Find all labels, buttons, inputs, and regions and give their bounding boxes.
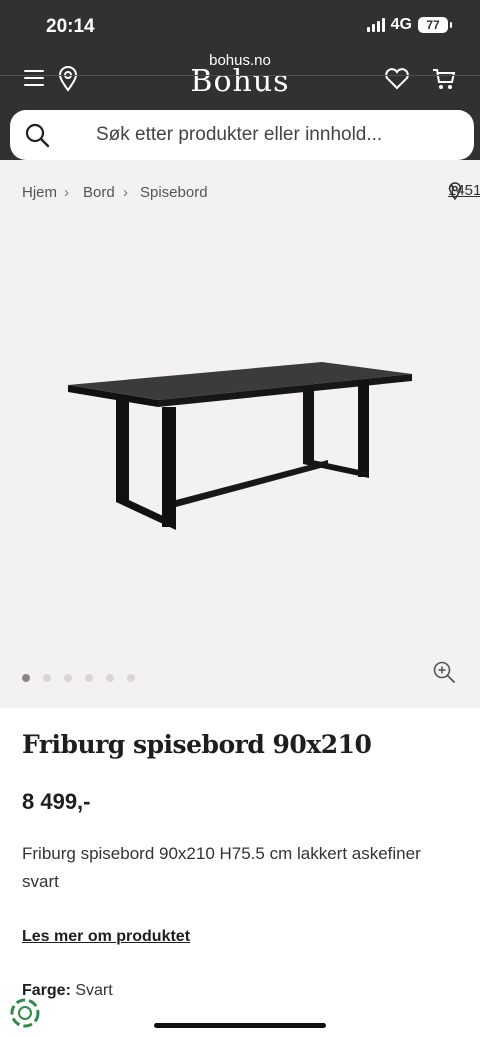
gallery-pagination[interactable] (22, 674, 135, 682)
battery-icon: 77 (418, 17, 452, 33)
product-image (68, 362, 412, 530)
site-header: Bohus (0, 62, 480, 98)
store-number[interactable]: 1451 (448, 182, 480, 199)
home-indicator[interactable] (154, 1023, 326, 1028)
read-more-link[interactable]: Les mer om produktet (22, 928, 190, 946)
product-image-gallery[interactable] (0, 222, 480, 708)
url-divider (0, 75, 480, 76)
breadcrumb: Hjem › Bord › Spisebord 1451 (22, 182, 480, 204)
gallery-dot[interactable] (43, 674, 51, 682)
search-input[interactable]: Søk etter produkter eller innhold... (10, 110, 474, 160)
breadcrumb-bord[interactable]: Bord (83, 184, 115, 201)
store-selector[interactable]: 1451 (448, 182, 480, 200)
search-placeholder: Søk etter produkter eller innhold... (96, 124, 383, 145)
status-bar: 20:14 4G 77 (0, 0, 480, 52)
signal-icon (366, 18, 385, 32)
product-price: 8 499,- (22, 789, 91, 814)
zoom-in-icon[interactable] (432, 660, 456, 689)
eco-badge-icon[interactable] (8, 996, 42, 1030)
gallery-dot[interactable] (106, 674, 114, 682)
gallery-dot[interactable] (85, 674, 93, 682)
product-description: Friburg spisebord 90x210 H75.5 cm lakker… (22, 844, 421, 891)
breadcrumb-spisebord[interactable]: Spisebord (140, 184, 208, 201)
breadcrumb-separator: › (64, 184, 69, 201)
search-icon (25, 123, 50, 148)
heart-icon[interactable] (384, 68, 410, 95)
network-type: 4G (390, 16, 412, 33)
status-indicators: 4G 77 (366, 16, 452, 34)
gallery-dot[interactable] (64, 674, 72, 682)
color-value: Svart (75, 982, 113, 999)
gallery-dot[interactable] (22, 674, 30, 682)
product-title: Friburg spisebord 90x210 (22, 730, 372, 759)
gallery-dot[interactable] (127, 674, 135, 682)
cart-icon[interactable] (432, 68, 456, 95)
status-time: 20:14 (46, 16, 95, 37)
breadcrumb-separator: › (123, 184, 128, 201)
breadcrumb-home[interactable]: Hjem (22, 184, 57, 201)
